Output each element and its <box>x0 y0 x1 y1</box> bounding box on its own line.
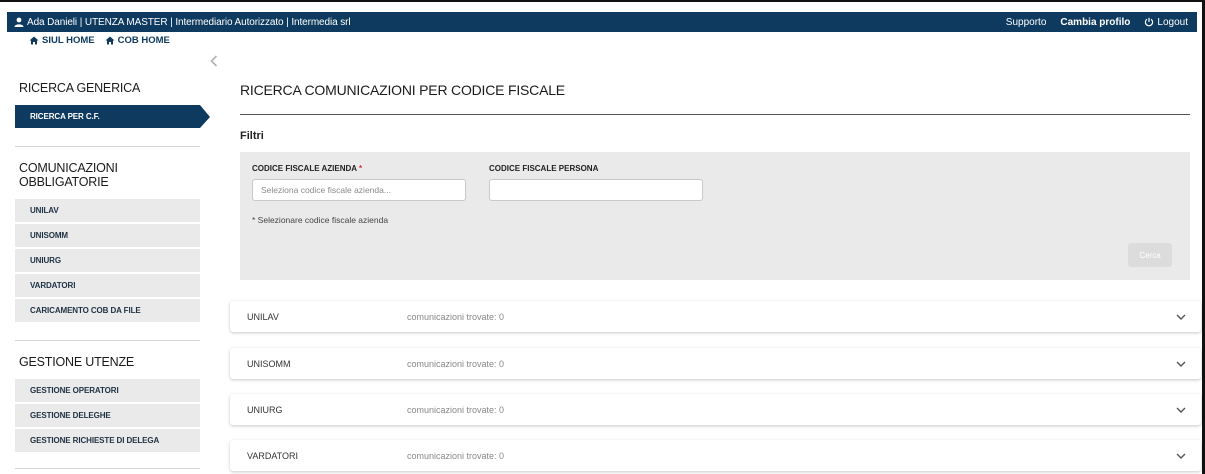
sidebar-divider <box>15 468 200 469</box>
sidebar-item-gestione-deleghe[interactable]: GESTIONE DELEGHE <box>15 404 200 427</box>
search-button[interactable]: Cerca <box>1128 243 1172 267</box>
chevron-down-icon <box>1176 361 1186 367</box>
change-profile-link[interactable]: Cambia profilo <box>1060 17 1130 28</box>
cob-home-link[interactable]: COB HOME <box>105 35 170 46</box>
chevron-down-icon <box>1176 407 1186 413</box>
chevron-down-icon <box>1176 314 1186 320</box>
accordion-title: UNIURG <box>247 404 283 415</box>
sidebar-item-gestione-operatori[interactable]: GESTIONE OPERATORI <box>15 379 200 402</box>
accordion-count: comunicazioni trovate: 0 <box>407 358 505 369</box>
cf-persona-label: CODICE FISCALE PERSONA <box>489 164 599 173</box>
cob-home-label: COB HOME <box>117 35 170 46</box>
cf-azienda-label-text: CODICE FISCALE AZIENDA <box>252 164 357 173</box>
header-actions: Supporto Cambia profilo Logout <box>1006 17 1197 28</box>
filter-panel: CODICE FISCALE AZIENDA * CODICE FISCALE … <box>240 152 1190 280</box>
home-icon <box>105 36 115 45</box>
result-accordion-unilav[interactable]: UNILAV comunicazioni trovate: 0 <box>230 301 1201 332</box>
logout-button[interactable]: Logout <box>1144 17 1188 28</box>
sidebar-item-unilav[interactable]: UNILAV <box>15 199 200 222</box>
chevron-left-icon[interactable] <box>210 55 218 67</box>
support-link[interactable]: Supporto <box>1006 17 1047 28</box>
sidebar-section-title-ricerca: RICERCA GENERICA <box>19 81 141 95</box>
result-accordion-vardatori[interactable]: VARDATORI comunicazioni trovate: 0 <box>230 440 1201 471</box>
sidebar-item-vardatori[interactable]: VARDATORI <box>15 274 200 297</box>
page-title: RICERCA COMUNICAZIONI PER CODICE FISCALE <box>240 82 565 98</box>
accordion-title: VARDATORI <box>247 450 299 461</box>
result-accordion-unisomm[interactable]: UNISOMM comunicazioni trovate: 0 <box>230 348 1201 379</box>
sidebar-divider <box>15 146 200 147</box>
sidebar: RICERCA GENERICA RICERCA PER C.F. COMUNI… <box>15 75 210 452</box>
accordion-title: UNILAV <box>247 311 279 322</box>
top-border <box>0 0 1205 8</box>
title-divider <box>240 114 1190 115</box>
user-info-text: Ada Danieli | UTENZA MASTER | Intermedia… <box>27 16 351 28</box>
user-info: Ada Danieli | UTENZA MASTER | Intermedia… <box>7 17 351 28</box>
accordion-count: comunicazioni trovate: 0 <box>407 311 505 322</box>
home-icon <box>29 36 39 45</box>
required-marker: * <box>358 164 363 173</box>
top-header-bar: Ada Danieli | UTENZA MASTER | Intermedia… <box>7 12 1197 32</box>
accordion-title: UNISOMM <box>247 358 291 369</box>
siul-home-label: SIUL HOME <box>42 35 95 46</box>
accordion-count: comunicazioni trovate: 0 <box>407 450 505 461</box>
cf-azienda-label: CODICE FISCALE AZIENDA * <box>252 164 362 173</box>
breadcrumb: SIUL HOME COB HOME <box>29 35 170 46</box>
power-icon <box>1145 17 1154 27</box>
sidebar-item-unisomm[interactable]: UNISOMM <box>15 224 200 247</box>
sidebar-section-title-gestione: GESTIONE UTENZE <box>19 355 135 369</box>
sidebar-item-caricamento-cob[interactable]: CARICAMENTO COB DA FILE <box>15 299 200 322</box>
sidebar-item-uniurg[interactable]: UNIURG <box>15 249 200 272</box>
sidebar-item-gestione-richieste-delega[interactable]: GESTIONE RICHIESTE DI DELEGA <box>15 429 200 452</box>
cf-persona-input[interactable] <box>489 179 703 201</box>
required-note: * Selezionare codice fiscale azienda <box>252 215 389 225</box>
chevron-down-icon <box>1176 453 1186 459</box>
filters-heading: Filtri <box>240 130 264 142</box>
sidebar-section-title-comunicazioni: COMUNICAZIONI OBBLIGATORIE <box>19 161 118 189</box>
cf-azienda-input[interactable] <box>252 179 466 201</box>
sidebar-divider <box>15 340 200 341</box>
sidebar-item-ricerca-cf[interactable]: RICERCA PER C.F. <box>15 105 210 128</box>
result-accordion-uniurg[interactable]: UNIURG comunicazioni trovate: 0 <box>230 394 1201 425</box>
user-icon <box>14 17 24 27</box>
accordion-count: comunicazioni trovate: 0 <box>407 404 505 415</box>
siul-home-link[interactable]: SIUL HOME <box>29 35 95 46</box>
logout-label: Logout <box>1157 16 1188 28</box>
